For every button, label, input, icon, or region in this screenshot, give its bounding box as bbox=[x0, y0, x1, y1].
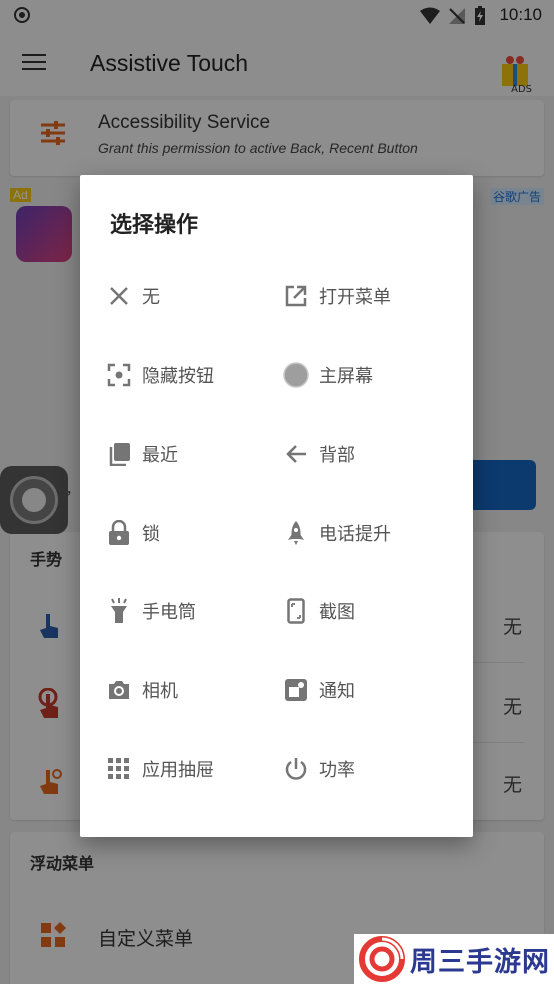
camera-icon bbox=[106, 677, 132, 703]
option-label: 截图 bbox=[319, 602, 355, 623]
option-label: 无 bbox=[142, 287, 160, 308]
close-icon bbox=[106, 283, 132, 309]
watermark-text: 周三手游网 bbox=[410, 946, 550, 978]
lock-icon bbox=[106, 520, 132, 546]
rocket-icon bbox=[283, 520, 309, 546]
option-app-drawer[interactable]: 应用抽屉 bbox=[106, 749, 214, 789]
option-home[interactable]: 主屏幕 bbox=[283, 355, 373, 395]
watermark: 周三手游网 bbox=[354, 934, 554, 984]
recents-icon bbox=[106, 441, 132, 467]
watermark-logo-icon bbox=[359, 936, 405, 982]
option-label: 背部 bbox=[319, 445, 355, 466]
option-label: 隐藏按钮 bbox=[142, 366, 214, 387]
arrow-back-icon bbox=[283, 441, 309, 467]
option-lock[interactable]: 锁 bbox=[106, 513, 160, 553]
option-label: 应用抽屉 bbox=[142, 760, 214, 781]
option-label: 通知 bbox=[319, 681, 355, 702]
choose-action-dialog: 选择操作 无 打开菜单 隐藏按钮 主屏幕 最近 背部 锁 电话提升 手电筒 截图… bbox=[80, 175, 473, 837]
option-label: 手电筒 bbox=[142, 602, 196, 623]
option-back[interactable]: 背部 bbox=[283, 434, 355, 474]
power-icon bbox=[283, 756, 309, 782]
notification-icon bbox=[283, 677, 309, 703]
focus-center-icon bbox=[106, 362, 132, 388]
app-drawer-icon bbox=[106, 756, 132, 782]
option-label: 功率 bbox=[319, 760, 355, 781]
option-label: 锁 bbox=[142, 524, 160, 545]
option-label: 主屏幕 bbox=[319, 366, 373, 387]
option-label: 电话提升 bbox=[319, 524, 391, 545]
option-recents[interactable]: 最近 bbox=[106, 434, 178, 474]
option-power[interactable]: 功率 bbox=[283, 749, 355, 789]
option-flashlight[interactable]: 手电筒 bbox=[106, 591, 196, 631]
option-hide-button[interactable]: 隐藏按钮 bbox=[106, 355, 214, 395]
option-label: 相机 bbox=[142, 681, 178, 702]
open-in-new-icon bbox=[283, 283, 309, 309]
option-label: 打开菜单 bbox=[319, 287, 391, 308]
option-notification[interactable]: 通知 bbox=[283, 670, 355, 710]
option-camera[interactable]: 相机 bbox=[106, 670, 178, 710]
home-circle-icon bbox=[283, 362, 309, 388]
option-open-menu[interactable]: 打开菜单 bbox=[283, 276, 391, 316]
option-label: 最近 bbox=[142, 445, 178, 466]
dialog-title: 选择操作 bbox=[110, 213, 199, 238]
option-none[interactable]: 无 bbox=[106, 276, 160, 316]
flashlight-icon bbox=[106, 598, 132, 624]
phone-screenshot-icon bbox=[283, 598, 309, 624]
option-screenshot[interactable]: 截图 bbox=[283, 591, 355, 631]
option-boost[interactable]: 电话提升 bbox=[283, 513, 391, 553]
